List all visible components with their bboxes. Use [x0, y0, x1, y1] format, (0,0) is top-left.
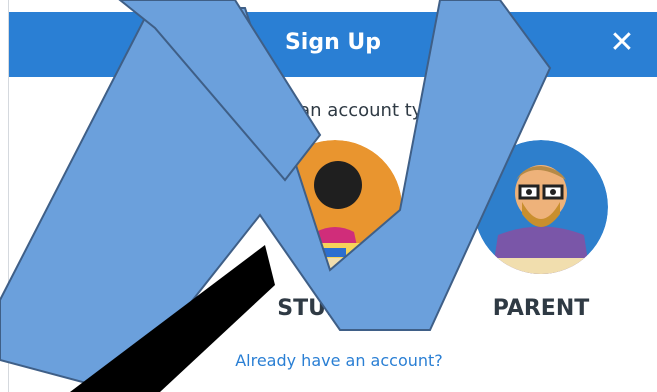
dialog-header: Sign Up ✕: [9, 12, 657, 77]
parent-option-label[interactable]: PARENT: [461, 296, 621, 321]
teacher-option-label[interactable]: TEACHER: [51, 296, 211, 321]
parent-avatar-icon[interactable]: [474, 140, 608, 274]
student-avatar-icon[interactable]: [268, 140, 402, 274]
teacher-avatar-icon[interactable]: [64, 140, 198, 274]
student-option-label[interactable]: STUDENT: [255, 296, 415, 321]
account-type-prompt: Choose an account type:: [226, 100, 452, 121]
signup-dialog: Sign Up ✕ Choose an account type: TEACHE…: [8, 0, 657, 392]
dialog-title: Sign Up: [284, 30, 382, 55]
signin-link[interactable]: Already have an account?: [209, 351, 469, 370]
close-icon[interactable]: ✕: [605, 26, 639, 60]
